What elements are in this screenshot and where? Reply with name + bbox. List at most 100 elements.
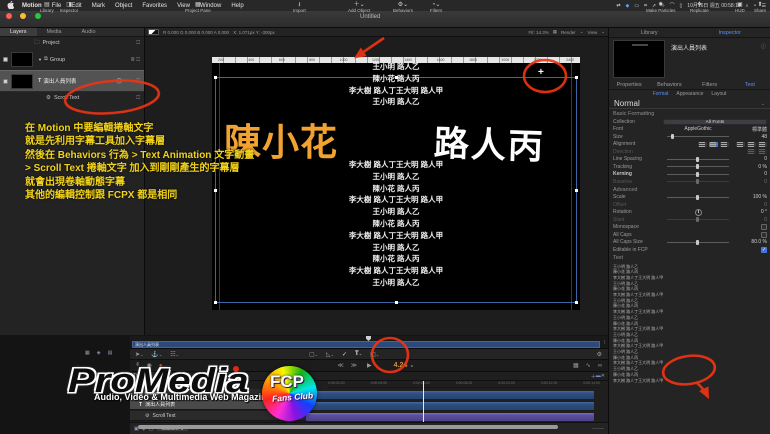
- visibility-checkbox[interactable]: [3, 79, 8, 84]
- spotlight-icon[interactable]: ⌕: [746, 3, 749, 9]
- selection-handle[interactable]: [575, 189, 578, 192]
- selection-handle[interactable]: [214, 301, 217, 304]
- bezier-tool[interactable]: ◺⌄: [326, 351, 334, 358]
- grid-icon[interactable]: ▦: [553, 29, 557, 35]
- kerning-slider[interactable]: [667, 174, 729, 175]
- reset-icon[interactable]: ⌄: [761, 101, 765, 107]
- menu-item[interactable]: Object: [115, 3, 132, 9]
- text-tool[interactable]: T⌄: [355, 351, 362, 357]
- clone-icon[interactable]: ◈: [97, 350, 101, 356]
- pan-tool[interactable]: ☷⌄: [170, 351, 179, 358]
- mask-tool[interactable]: ◧⌄: [370, 351, 379, 358]
- tab-media[interactable]: Media: [37, 28, 72, 36]
- menu-item[interactable]: Favorites: [142, 3, 167, 9]
- align-center-button[interactable]: [709, 142, 718, 147]
- menu-item[interactable]: Help: [231, 3, 243, 9]
- airdrop-icon[interactable]: ◆: [626, 3, 630, 9]
- make-particles-button[interactable]: ✸Make Particles: [646, 1, 676, 14]
- tab-library[interactable]: Library: [609, 30, 690, 36]
- layer-row-text-selected[interactable]: T 演出人員列表 ◯ ⏍: [0, 70, 144, 92]
- plugin-icon[interactable]: ⇄: [616, 3, 620, 9]
- layer-row-group[interactable]: ▼ ⧉ Group ≣ ⏍: [0, 49, 144, 70]
- align-left-button[interactable]: [698, 142, 707, 147]
- display-icon[interactable]: ▭: [634, 3, 639, 9]
- tracking-slider[interactable]: [667, 166, 729, 167]
- hud-button[interactable]: ▣HUD: [735, 1, 745, 14]
- tab-layers[interactable]: Layers: [0, 28, 37, 36]
- collection-dropdown[interactable]: All Fonts: [663, 119, 767, 125]
- slant-value[interactable]: 0: [733, 217, 767, 223]
- timeline-zoom-slider[interactable]: —◦—: [592, 426, 604, 432]
- selection-handle[interactable]: [575, 301, 578, 304]
- subtab-layout[interactable]: Layout: [711, 91, 726, 97]
- filters-button[interactable]: ◔⌄Filters: [430, 1, 442, 14]
- transform-crosshair-handle[interactable]: +: [538, 67, 544, 78]
- kerning-value[interactable]: 0: [733, 171, 767, 177]
- baseline-value[interactable]: 0: [733, 179, 767, 185]
- loop-playback-icon[interactable]: ∞: [598, 363, 602, 369]
- all-caps-size-slider[interactable]: [667, 242, 729, 243]
- selection-handle[interactable]: [395, 76, 398, 79]
- camera-icon[interactable]: ≣ ⏍: [131, 57, 140, 63]
- text-content-list[interactable]: 王小明 路人乙陳小花 路人丙李大樹 路人丁王大明 路人甲王小明 路人乙陳小花 路…: [613, 264, 767, 384]
- play-button[interactable]: ▶: [367, 362, 372, 369]
- paintbrush-tool[interactable]: ✓: [342, 351, 347, 358]
- tab-properties[interactable]: Properties: [609, 82, 649, 88]
- next-frame-button[interactable]: ≫: [351, 362, 357, 369]
- timeline-close-icon[interactable]: ✕: [601, 373, 605, 379]
- zoom-level-dropdown[interactable]: Fit: 14.3%: [528, 30, 548, 35]
- tab-text[interactable]: Text: [730, 82, 770, 88]
- monospace-checkbox[interactable]: [761, 224, 767, 230]
- camera-icon[interactable]: ⏍: [136, 78, 140, 84]
- mini-timeline-clip[interactable]: 演出人員列表: [132, 341, 600, 348]
- import-button[interactable]: ⭳Import: [293, 1, 306, 14]
- overlay-toggle-icon[interactable]: ▦: [573, 362, 579, 369]
- rectangle-tool[interactable]: ▢⌄: [309, 351, 318, 358]
- scale-value[interactable]: 100 %: [733, 194, 767, 200]
- typeface-dropdown[interactable]: 標準體: [733, 126, 767, 133]
- selection-handle[interactable]: [395, 301, 398, 304]
- battery-icon[interactable]: ▯: [680, 3, 683, 9]
- render-dropdown[interactable]: Render: [561, 30, 576, 35]
- camera-icon[interactable]: ⏍: [136, 40, 140, 46]
- info-icon[interactable]: ⓘ: [761, 43, 766, 50]
- timeline-playhead[interactable]: [423, 381, 424, 422]
- line-spacing-slider[interactable]: [667, 159, 729, 160]
- rotation-dial[interactable]: [695, 209, 702, 216]
- subtab-format[interactable]: Format: [653, 91, 669, 97]
- timeline-ruler[interactable]: 0:00:02:000:00:04:000:00:06:000:00:08:00…: [328, 381, 600, 388]
- timeline-bar-text-layer[interactable]: [306, 402, 594, 410]
- mini-timeline-options-icon[interactable]: ⁞: [604, 340, 605, 346]
- share-button[interactable]: ⬆Share: [754, 1, 766, 14]
- subtab-appearance[interactable]: Appearance: [676, 91, 703, 97]
- anchor-tool[interactable]: ⚓⌄: [151, 351, 162, 358]
- rotation-value[interactable]: 0 °: [733, 209, 767, 215]
- size-value[interactable]: 48: [733, 134, 767, 140]
- minimize-window-button[interactable]: [20, 13, 26, 19]
- visibility-checkbox[interactable]: [3, 57, 8, 62]
- view-dropdown[interactable]: View: [588, 30, 598, 35]
- audio-mute-icon[interactable]: ∿: [586, 362, 591, 369]
- slant-slider[interactable]: [667, 219, 729, 220]
- baseline-slider[interactable]: [667, 181, 729, 182]
- tracking-value[interactable]: 0 %: [733, 164, 767, 170]
- inspector-toggle-button[interactable]: ◨Inspector: [60, 1, 79, 14]
- tools-options-icon[interactable]: ⚙: [597, 351, 602, 358]
- direction-horizontal-button[interactable]: [747, 149, 756, 154]
- scale-slider[interactable]: [667, 197, 729, 198]
- behaviors-button[interactable]: ⚙⌄Behaviors: [393, 1, 413, 14]
- delete-icon[interactable]: ▤: [108, 350, 113, 356]
- close-window-button[interactable]: [6, 13, 12, 19]
- layer-row-scroll-text[interactable]: ⚙ Scroll Text ⏍: [0, 92, 144, 104]
- new-group-icon[interactable]: ▦: [85, 350, 90, 356]
- disclosure-triangle-icon[interactable]: ▼: [38, 57, 42, 62]
- select-tool[interactable]: ➤⌄: [135, 351, 143, 358]
- offset-value[interactable]: 0: [733, 202, 767, 208]
- menu-item[interactable]: Mark: [92, 3, 105, 9]
- tab-audio[interactable]: Audio: [72, 28, 106, 36]
- isolate-icon[interactable]: ◯: [116, 78, 122, 84]
- previous-frame-button[interactable]: ≪: [337, 362, 343, 369]
- editable-fcp-checkbox-checked-icon[interactable]: ✓: [761, 247, 767, 253]
- add-object-button[interactable]: ＋⌄Add Object: [348, 1, 370, 14]
- tab-inspector[interactable]: Inspector: [690, 30, 770, 36]
